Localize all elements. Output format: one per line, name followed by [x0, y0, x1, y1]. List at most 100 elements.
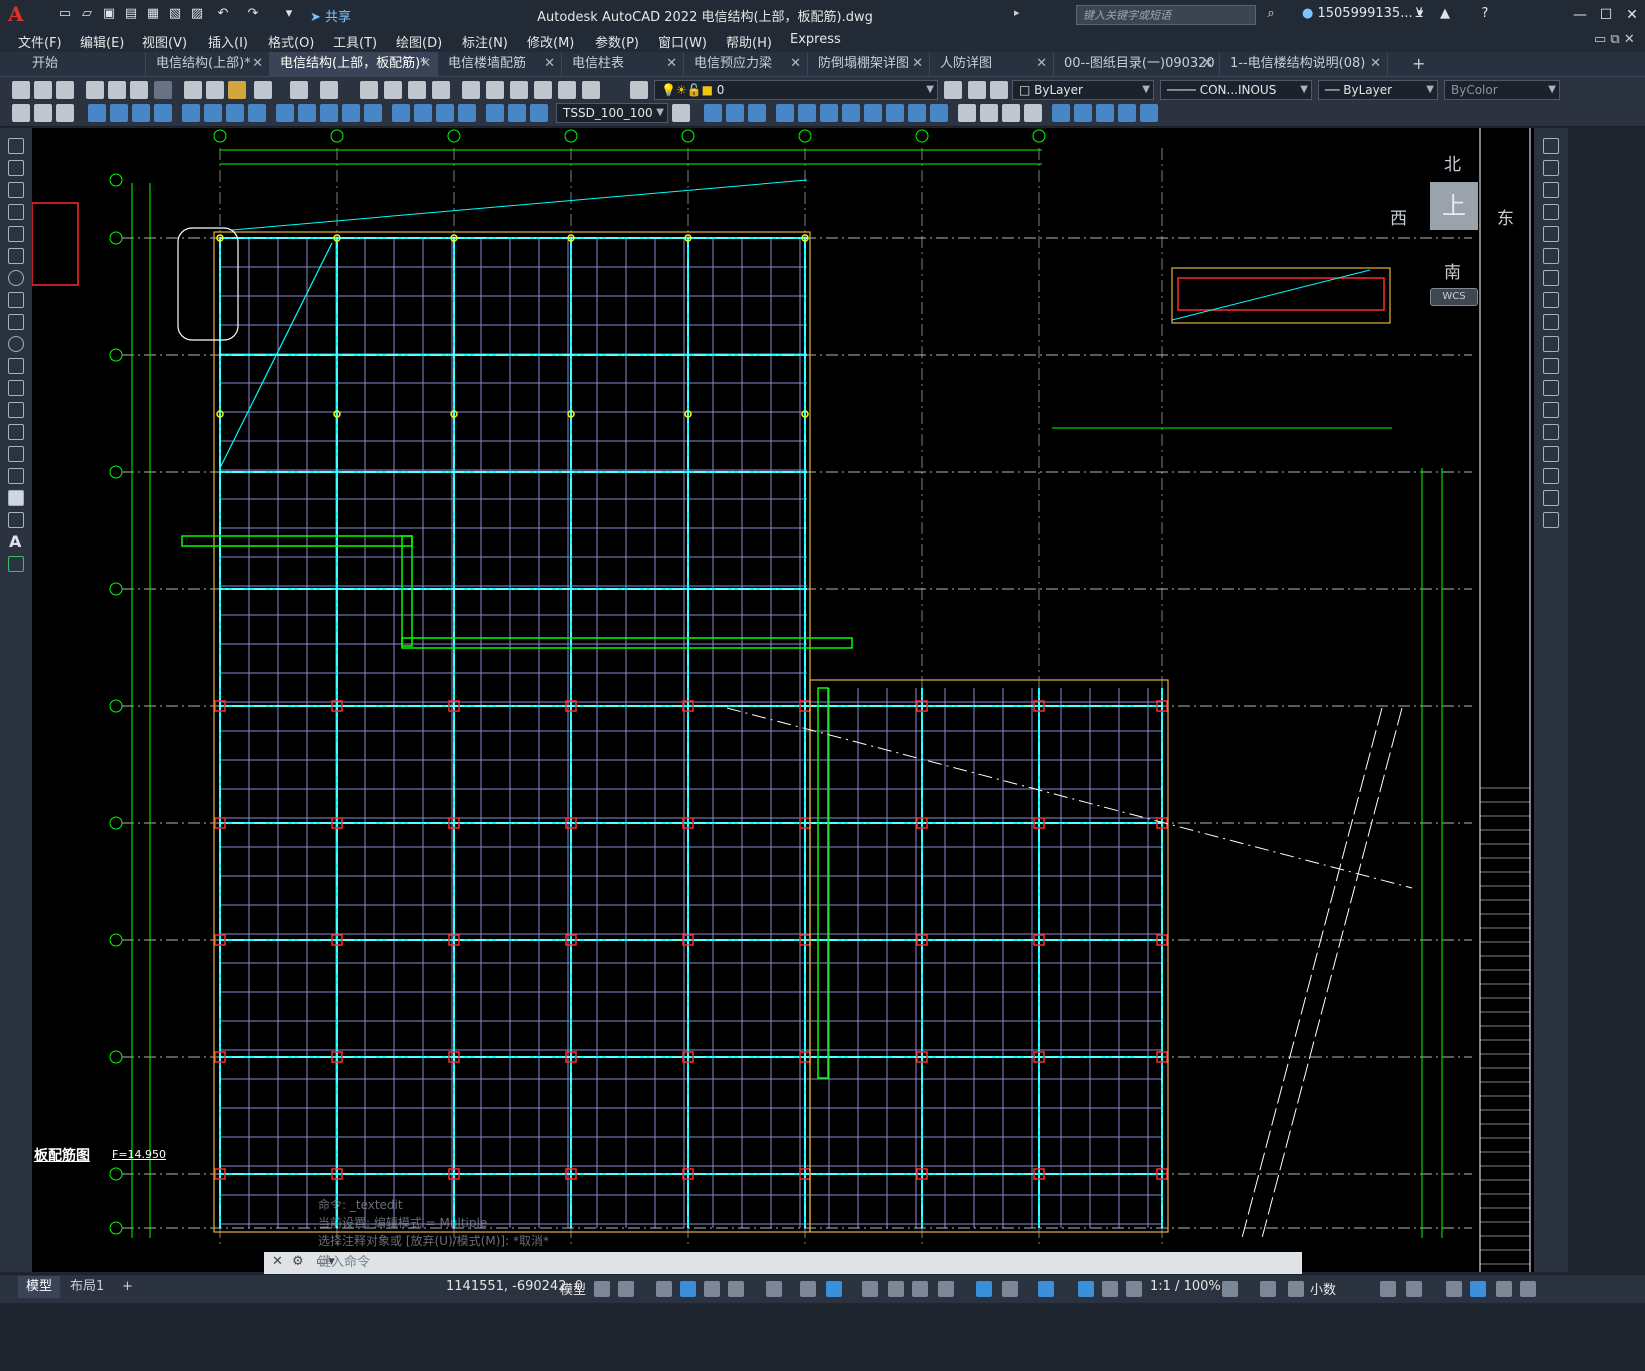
snap-icon[interactable] [618, 1281, 634, 1297]
tssd-tool-6-icon[interactable] [820, 104, 838, 122]
isometric-icon[interactable] [766, 1281, 782, 1297]
drawing-canvas[interactable] [32, 128, 1534, 1272]
tab-dianxin-upper-slab[interactable]: 电信结构(上部，板配筋)* ✕ [270, 52, 438, 76]
close-tab-icon[interactable]: ✕ [420, 52, 431, 76]
dim-space-icon[interactable] [342, 104, 360, 122]
pan-icon[interactable] [360, 81, 378, 99]
ellipse-icon[interactable] [8, 336, 24, 352]
tssd-tool-19-icon[interactable] [1118, 104, 1136, 122]
menu-format[interactable]: 格式(O) [268, 32, 314, 51]
workspace-gear-icon[interactable] [1222, 1281, 1238, 1297]
jogged-dim-icon[interactable] [204, 104, 222, 122]
tab-drawing-list[interactable]: 00--图纸目录(一)090320 ✕ [1054, 52, 1220, 76]
inspection-icon[interactable] [436, 104, 454, 122]
customize-dropdown-icon[interactable]: ▾ [280, 5, 298, 23]
menu-view[interactable]: 视图(V) [142, 32, 187, 51]
menu-express[interactable]: Express [790, 32, 841, 47]
menu-file[interactable]: 文件(F) [18, 32, 62, 51]
copy-object-icon[interactable] [1543, 160, 1559, 176]
new-tab-icon[interactable]: + [1412, 54, 1425, 73]
tab-structure-notes[interactable]: 1--电信楼结构说明(08) ✕ [1220, 52, 1388, 76]
new-file-icon[interactable]: ▭ [56, 5, 74, 23]
tssd-dim-icon[interactable] [34, 104, 52, 122]
graphics-performance-icon[interactable] [1470, 1281, 1486, 1297]
angular-dim-icon[interactable] [248, 104, 266, 122]
close-tab-icon[interactable]: ✕ [912, 52, 923, 76]
spline-icon[interactable] [8, 314, 24, 330]
tab-prestressed-beam[interactable]: 电信预应力梁 ✕ [684, 52, 808, 76]
tssd-tool-17-icon[interactable] [1074, 104, 1092, 122]
quick-properties-icon[interactable] [1380, 1281, 1396, 1297]
layer-properties-icon[interactable] [630, 81, 648, 99]
model-space-toggle[interactable]: 模型 [560, 1279, 586, 1298]
viewcube-south[interactable]: 南 [1444, 258, 1461, 283]
search-input[interactable]: 键入关键字或短语 [1076, 5, 1256, 25]
share-button[interactable]: ➤ 共享 [310, 6, 351, 25]
tab-wall-rebar[interactable]: 电信楼墙配筋 ✕ [438, 52, 562, 76]
viewcube-top-face[interactable]: 上 [1430, 182, 1478, 230]
redo-icon[interactable]: ↷ [244, 5, 262, 23]
quick-dim-icon[interactable] [276, 104, 294, 122]
open-file-icon[interactable]: ▱ [78, 5, 96, 23]
close-tab-icon[interactable]: ✕ [1202, 52, 1213, 76]
move-icon[interactable] [1543, 248, 1559, 264]
user-account[interactable]: ● 1505999135... ▾ [1302, 6, 1423, 21]
tab-start[interactable]: 开始 [22, 52, 146, 76]
linetype-dropdown[interactable]: ──── CON...INOUS ▼ [1160, 80, 1312, 100]
annotation-scale-readout[interactable]: 1:1 / 100% [1150, 1279, 1221, 1294]
selection-filter-icon[interactable] [1002, 1281, 1018, 1297]
3d-osnap-icon[interactable] [938, 1281, 954, 1297]
color-dropdown[interactable]: □ ByLayer ▼ [1012, 80, 1154, 100]
scale-icon[interactable] [1543, 292, 1559, 308]
lineweight-icon[interactable] [862, 1281, 878, 1297]
close-tab-icon[interactable]: ✕ [544, 52, 555, 76]
units-dropdown[interactable]: 小数 [1310, 1279, 1336, 1298]
tab-civil-defense[interactable]: 人防详图 ✕ [930, 52, 1054, 76]
trim-icon[interactable] [1543, 336, 1559, 352]
tssd-tool-3-icon[interactable] [748, 104, 766, 122]
tssd-tool-4-icon[interactable] [776, 104, 794, 122]
viewcube-west[interactable]: 西 [1390, 204, 1407, 229]
save-icon[interactable] [56, 81, 74, 99]
annotation-monitor-icon[interactable] [1260, 1281, 1276, 1297]
dwf-icon[interactable] [154, 81, 172, 99]
blend-curves-icon[interactable] [1543, 490, 1559, 506]
customize-command-icon[interactable]: ⚙ [292, 1254, 304, 1269]
close-tab-icon[interactable]: ✕ [1370, 52, 1381, 76]
layer-state-icon[interactable] [990, 81, 1008, 99]
chamfer-icon[interactable] [1543, 446, 1559, 462]
menu-tools[interactable]: 工具(T) [333, 32, 377, 51]
menu-help[interactable]: 帮助(H) [726, 32, 772, 51]
zoom-previous-icon[interactable] [432, 81, 450, 99]
redo-icon[interactable] [320, 81, 338, 99]
layer-previous-icon[interactable] [968, 81, 986, 99]
tssd-tool-20-icon[interactable] [1140, 104, 1158, 122]
selection-cycling-icon[interactable] [912, 1281, 928, 1297]
zoom-window-icon[interactable] [408, 81, 426, 99]
autocad-logo[interactable]: A [8, 3, 26, 25]
tolerance-icon[interactable] [392, 104, 410, 122]
paste-icon[interactable] [228, 81, 246, 99]
object-snap-tracking-icon[interactable] [800, 1281, 816, 1297]
ortho-icon[interactable] [704, 1281, 720, 1297]
continue-dim-icon[interactable] [320, 104, 338, 122]
tab-model[interactable]: 模型 [18, 1276, 61, 1298]
dynamic-ucs-icon[interactable] [976, 1281, 992, 1297]
arc-icon[interactable] [8, 248, 24, 264]
baseline-dim-icon[interactable] [298, 104, 316, 122]
rectangle-icon[interactable] [8, 226, 24, 242]
mirror-icon[interactable] [1543, 182, 1559, 198]
calculator-icon[interactable] [582, 81, 600, 99]
lock-ui-icon[interactable] [1406, 1281, 1422, 1297]
tssd-tool-16-icon[interactable] [1052, 104, 1070, 122]
close-command-icon[interactable]: ✕ [272, 1254, 283, 1269]
command-input[interactable]: 键入命令 [318, 1253, 1278, 1273]
annotation-visibility-icon[interactable] [1078, 1281, 1094, 1297]
help-icon[interactable]: ? [1476, 5, 1494, 23]
open-web-icon[interactable]: ▦ [144, 5, 162, 23]
close-icon[interactable]: ✕ [1620, 4, 1644, 26]
tssd-tool-1-icon[interactable] [704, 104, 722, 122]
close-tab-icon[interactable]: ✕ [790, 52, 801, 76]
tool-palettes-icon[interactable] [510, 81, 528, 99]
insert-block-icon[interactable] [8, 380, 24, 396]
